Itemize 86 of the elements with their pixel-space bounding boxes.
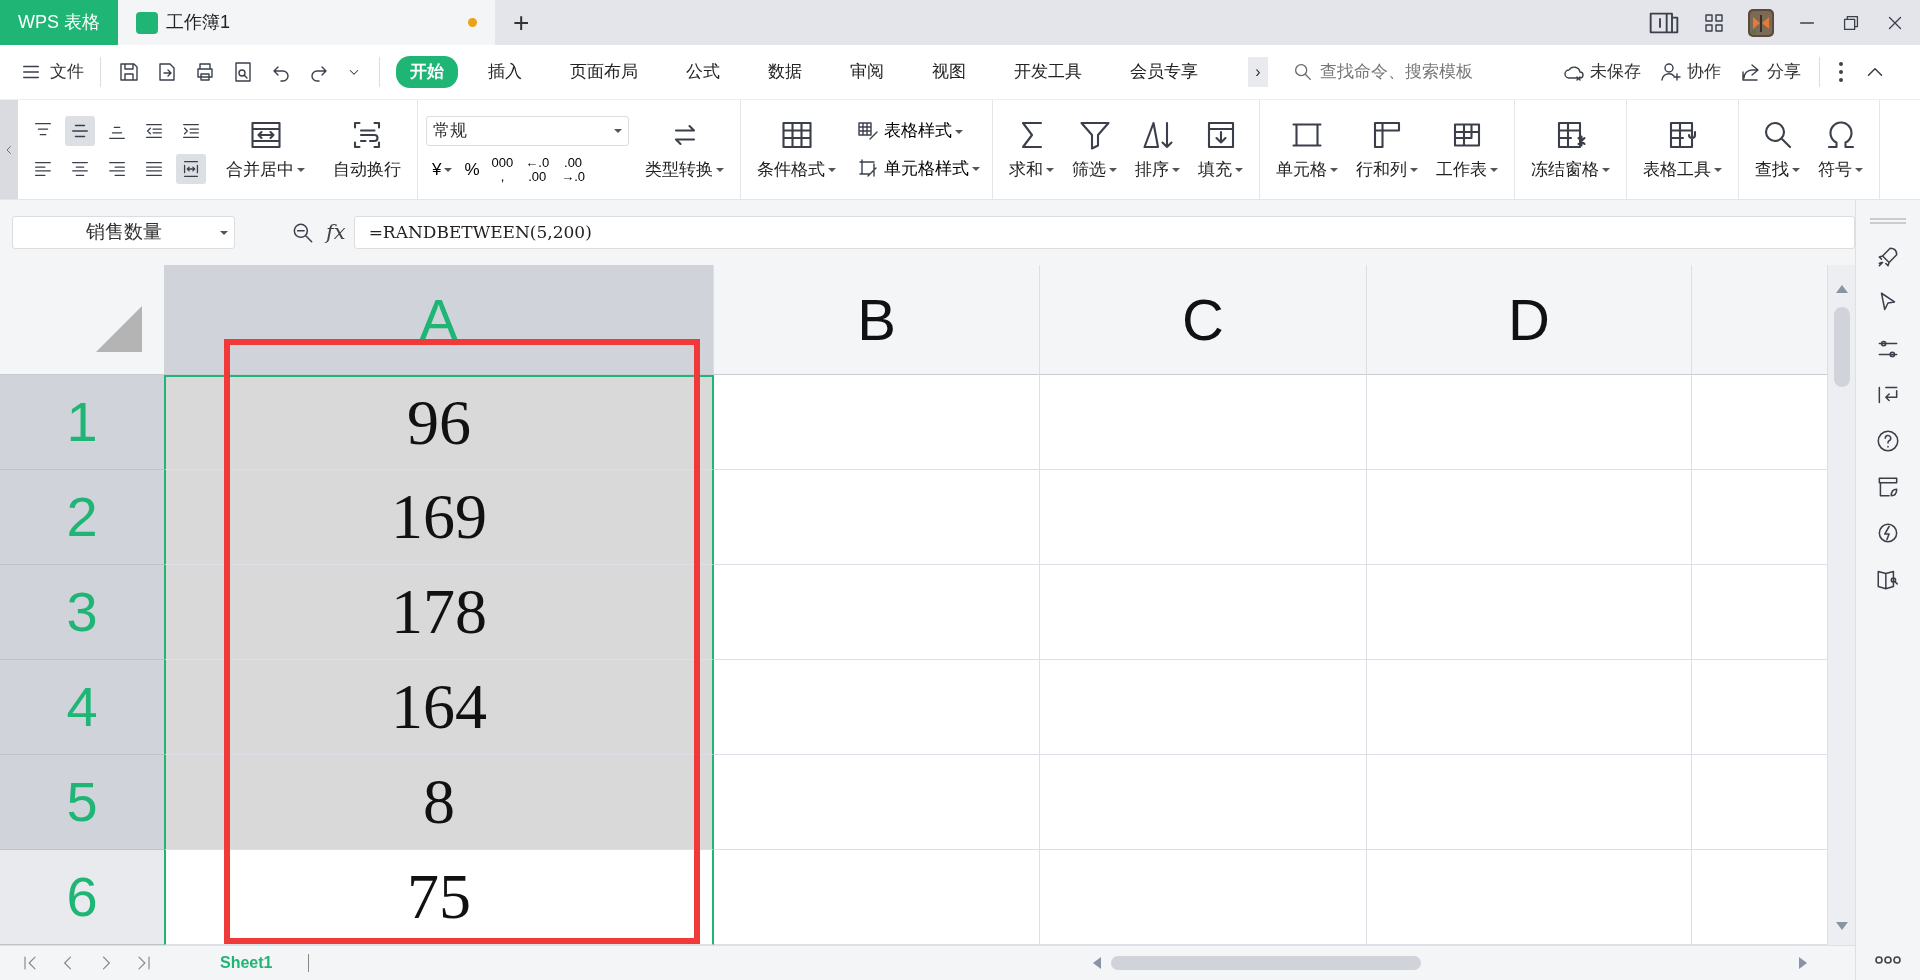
number-format-select[interactable]: 常规 <box>426 115 629 146</box>
dropdown-caret[interactable] <box>1410 168 1418 173</box>
name-box[interactable]: 销售数量 <box>12 216 235 249</box>
dropdown-caret[interactable] <box>1235 168 1243 173</box>
more-icon[interactable] <box>1875 956 1901 964</box>
dropdown-caret[interactable] <box>1714 168 1722 173</box>
ribbon-tab[interactable]: 数据 <box>750 56 820 88</box>
formula-field[interactable]: =RANDBETWEEN(5,200) <box>353 216 1855 249</box>
table-cell: 8 <box>164 755 714 850</box>
dropdown-caret[interactable] <box>297 168 305 173</box>
search-field[interactable]: 查找命令、搜索模板 <box>1292 58 1538 86</box>
ribbon-tab[interactable]: 审阅 <box>832 56 902 88</box>
dropdown-caret[interactable] <box>716 168 724 173</box>
table-cell: 96 <box>164 375 714 470</box>
dropdown-caret[interactable] <box>444 167 453 172</box>
dropdown-caret[interactable] <box>1490 168 1498 173</box>
add-user-icon <box>1659 60 1683 84</box>
function-label[interactable]: fx <box>326 216 346 249</box>
ribbon-button[interactable]: 冻结窗格 <box>1523 112 1618 187</box>
ribbon-button[interactable]: 行和列 <box>1348 112 1426 187</box>
dropdown-caret[interactable] <box>1792 168 1800 173</box>
scroll-up-icon[interactable] <box>1835 285 1848 293</box>
toolbar-action[interactable]: 协作 <box>1659 59 1721 85</box>
scroll-right-icon[interactable] <box>1799 957 1807 969</box>
ribbon-button[interactable]: 筛选 <box>1064 112 1125 187</box>
ribbon-button[interactable]: 条件格式 <box>749 112 844 187</box>
dropdown-caret[interactable] <box>955 129 963 134</box>
ribbon-button[interactable]: 求和 <box>1001 112 1062 187</box>
toolbar-action[interactable]: 分享 <box>1739 59 1801 85</box>
toolbar-action[interactable]: 未保存 <box>1562 59 1641 85</box>
file-menu[interactable]: 文件 <box>20 59 84 85</box>
ribbon-tab[interactable]: 插入 <box>470 56 540 88</box>
ribbon-tab[interactable]: 开发工具 <box>996 56 1100 88</box>
dropdown-caret[interactable] <box>1172 168 1180 173</box>
dropdown-caret[interactable] <box>1602 168 1610 173</box>
ribbon-button[interactable]: 合并居中 <box>218 112 313 187</box>
help-icon[interactable] <box>1875 428 1901 454</box>
dropdown-caret[interactable] <box>1109 168 1117 173</box>
column-header[interactable]: D <box>1367 265 1692 375</box>
scroll-thumb[interactable] <box>1833 307 1850 387</box>
number-format-button[interactable]: % <box>458 161 486 178</box>
ribbon-button[interactable]: 自动换行 <box>325 112 409 187</box>
ribbon-button[interactable]: 单元格 <box>1268 112 1346 187</box>
align-middle-button[interactable] <box>65 115 95 146</box>
number-format-button[interactable]: ¥ <box>426 161 459 178</box>
spreadsheet-icon <box>136 11 158 34</box>
ribbon-tab[interactable]: 会员专享 <box>1112 56 1216 88</box>
save-icon[interactable] <box>117 60 141 84</box>
scroll-left-icon[interactable] <box>1093 957 1101 969</box>
number-format-button[interactable]: .00 →.0 <box>555 155 591 184</box>
ribbon-tab[interactable]: 页面布局 <box>552 56 656 88</box>
table-cell: 164 <box>164 660 714 755</box>
dropdown-caret[interactable] <box>1330 168 1338 173</box>
document-tab[interactable]: 工作簿1 <box>118 0 495 45</box>
table-cell: 169 <box>164 470 714 565</box>
dropdown-caret[interactable] <box>972 167 980 171</box>
table-cell: 178 <box>164 565 714 660</box>
ribbon-button[interactable]: 查找 <box>1747 112 1808 187</box>
scroll-down-icon[interactable] <box>1835 921 1848 930</box>
new-tab-button[interactable]: + <box>495 0 548 45</box>
ribbon-button[interactable]: 表格样式 <box>852 116 984 146</box>
more-icon[interactable] <box>1838 61 1844 83</box>
more-tabs-button[interactable]: › <box>1248 57 1268 87</box>
ribbon-button[interactable]: 表格工具 <box>1635 112 1730 187</box>
avatar[interactable] <box>1748 8 1774 37</box>
dropdown-caret[interactable] <box>828 168 836 173</box>
ribbon-tab[interactable]: 公式 <box>668 56 738 88</box>
column-header[interactable]: C <box>1040 265 1367 375</box>
number-format-button[interactable]: 000 , <box>485 155 520 184</box>
document-title: 工作簿1 <box>166 11 230 34</box>
ribbon-button[interactable]: 单元格样式 <box>852 153 984 183</box>
vertical-scrollbar[interactable] <box>1828 265 1855 945</box>
distribute-button[interactable] <box>176 153 206 184</box>
ribbon-button[interactable]: 工作表 <box>1428 112 1506 187</box>
ribbon-button[interactable]: 填充 <box>1190 112 1251 187</box>
number-format-button[interactable]: ←.0 .00 <box>519 155 556 184</box>
scroll-thumb[interactable] <box>1111 956 1421 970</box>
ribbon-button[interactable]: 类型转换 <box>637 112 732 187</box>
dropdown-caret[interactable] <box>1046 168 1054 173</box>
drag-handle[interactable] <box>1870 218 1906 224</box>
ribbon-button[interactable]: 符号 <box>1810 112 1871 187</box>
ribbon-tab[interactable]: 视图 <box>914 56 984 88</box>
ribbon-button[interactable]: 排序 <box>1127 112 1188 187</box>
column-header[interactable]: B <box>714 265 1040 375</box>
dropdown-caret[interactable] <box>1855 168 1863 173</box>
search-icon <box>1292 61 1314 83</box>
